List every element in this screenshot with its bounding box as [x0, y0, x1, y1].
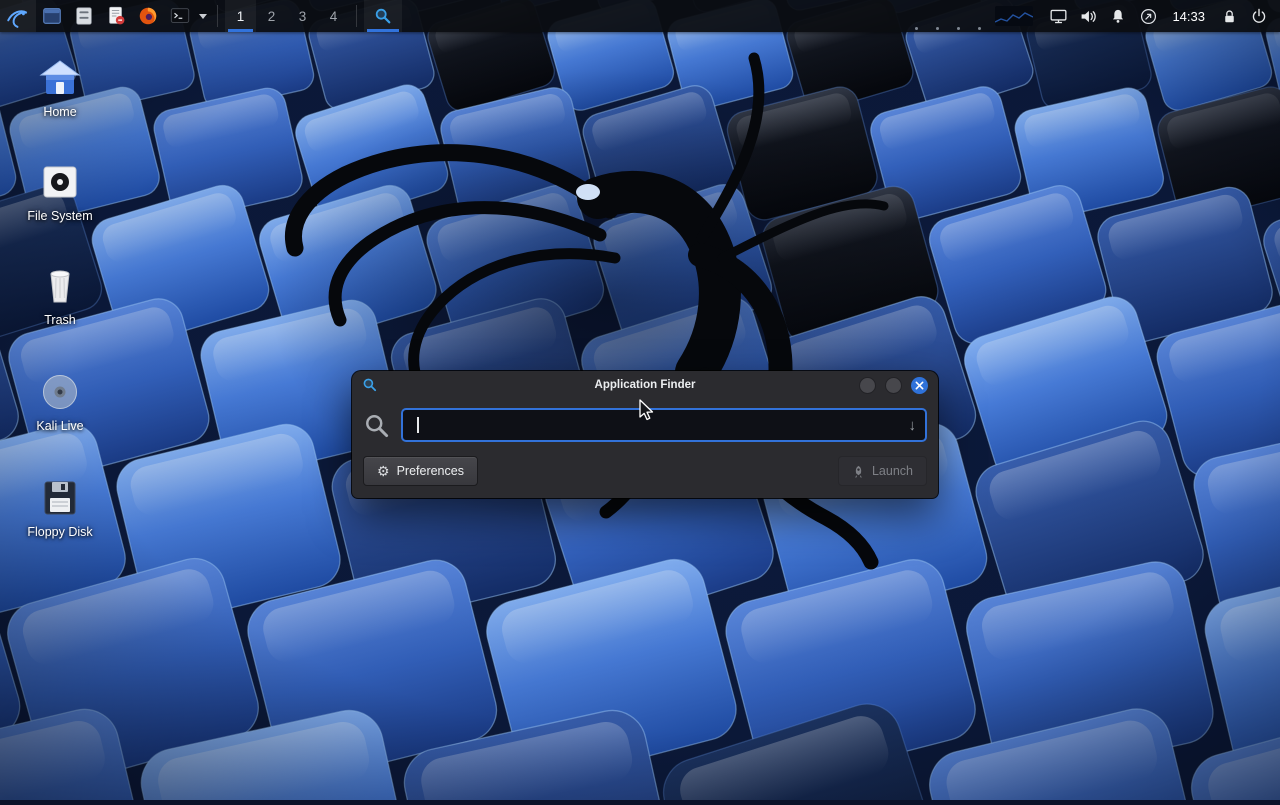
- workspace-label: 4: [330, 9, 338, 24]
- gear-icon: ⚙: [377, 464, 390, 478]
- close-button[interactable]: [911, 377, 928, 394]
- firefox-icon: [137, 5, 159, 27]
- terminal-launcher[interactable]: [164, 0, 196, 32]
- notifications-bell-icon[interactable]: [1103, 0, 1133, 32]
- text-editor-launcher[interactable]: [100, 0, 132, 32]
- workspace-button-4[interactable]: 4: [318, 0, 349, 32]
- terminal-icon: [169, 5, 191, 27]
- trash-icon: [40, 266, 80, 306]
- optical-disc-icon: [40, 372, 80, 412]
- panel-separator: [356, 5, 357, 27]
- floppy-disk-icon: [40, 478, 80, 518]
- desktop-icon-floppy-disk[interactable]: Floppy Disk: [8, 478, 112, 539]
- desktop-icon-label: File System: [27, 209, 92, 223]
- window-app-icon: [362, 377, 378, 393]
- window-title: Application Finder: [352, 379, 938, 391]
- volume-icon[interactable]: [1073, 0, 1103, 32]
- file-manager-launcher[interactable]: [68, 0, 100, 32]
- preferences-button-label: Preferences: [397, 464, 464, 478]
- window-titlebar[interactable]: Application Finder: [352, 371, 938, 399]
- file-system-icon: [40, 162, 80, 202]
- launch-button-label: Launch: [872, 464, 913, 478]
- home-icon: [39, 58, 81, 98]
- search-row: ↓: [352, 399, 938, 446]
- workspace-button-3[interactable]: 3: [287, 0, 318, 32]
- show-desktop-launcher[interactable]: [36, 0, 68, 32]
- file-manager-icon: [73, 5, 95, 27]
- launch-icon: [852, 465, 865, 478]
- launch-button[interactable]: Launch: [838, 456, 927, 486]
- kali-logo-icon: [5, 3, 31, 29]
- desktop-icon-label: Home: [43, 105, 76, 119]
- panel-separator: [217, 5, 218, 27]
- minimize-button[interactable]: [859, 377, 876, 394]
- maximize-button[interactable]: [885, 377, 902, 394]
- action-row: ⚙ Preferences Launch: [352, 446, 938, 498]
- log-out-power-icon[interactable]: [1244, 0, 1274, 32]
- display-icon[interactable]: [1043, 0, 1073, 32]
- desktop-icon-home[interactable]: Home: [8, 58, 112, 119]
- desktop-icon-label: Floppy Disk: [27, 525, 92, 539]
- taskbar-item-application-finder[interactable]: [364, 0, 402, 32]
- lock-screen-icon[interactable]: [1214, 0, 1244, 32]
- desktop-icon-label: Kali Live: [36, 419, 83, 433]
- close-icon: [915, 381, 924, 390]
- clock[interactable]: 14:33: [1163, 9, 1214, 24]
- workspace-button-2[interactable]: 2: [256, 0, 287, 32]
- web-browser-launcher[interactable]: [132, 0, 164, 32]
- text-caret: [417, 417, 419, 433]
- dropdown-arrow-icon[interactable]: ↓: [909, 418, 917, 433]
- search-input[interactable]: ↓: [401, 408, 927, 442]
- chevron-down-icon[interactable]: [196, 0, 210, 32]
- window-controls: [859, 377, 928, 394]
- desktop-icon-label: Trash: [44, 313, 76, 327]
- applications-menu-button[interactable]: [0, 0, 36, 32]
- application-finder-icon: [374, 7, 392, 25]
- application-finder-window: Application Finder ↓ ⚙ Preferences: [352, 371, 938, 498]
- workspace-label: 2: [268, 9, 276, 24]
- workspace-label: 3: [299, 9, 307, 24]
- status-tray-icon[interactable]: [1133, 0, 1163, 32]
- desktop-icon-kali-live[interactable]: Kali Live: [8, 372, 112, 433]
- panel-right: 14:33: [915, 0, 1280, 32]
- search-icon: [363, 412, 390, 439]
- desktop-window-icon: [41, 5, 63, 27]
- panel-handle-dots: [915, 27, 981, 32]
- system-monitor-graph: [995, 6, 1033, 26]
- preferences-button[interactable]: ⚙ Preferences: [363, 456, 478, 486]
- top-panel: 1 2 3 4: [0, 0, 1280, 32]
- desktop-icon-file-system[interactable]: File System: [8, 162, 112, 223]
- panel-left: 1 2 3 4: [0, 0, 402, 32]
- workspace-label: 1: [237, 9, 245, 24]
- workspace-button-1[interactable]: 1: [225, 0, 256, 32]
- text-editor-icon: [105, 5, 127, 27]
- desktop-icon-trash[interactable]: Trash: [8, 266, 112, 327]
